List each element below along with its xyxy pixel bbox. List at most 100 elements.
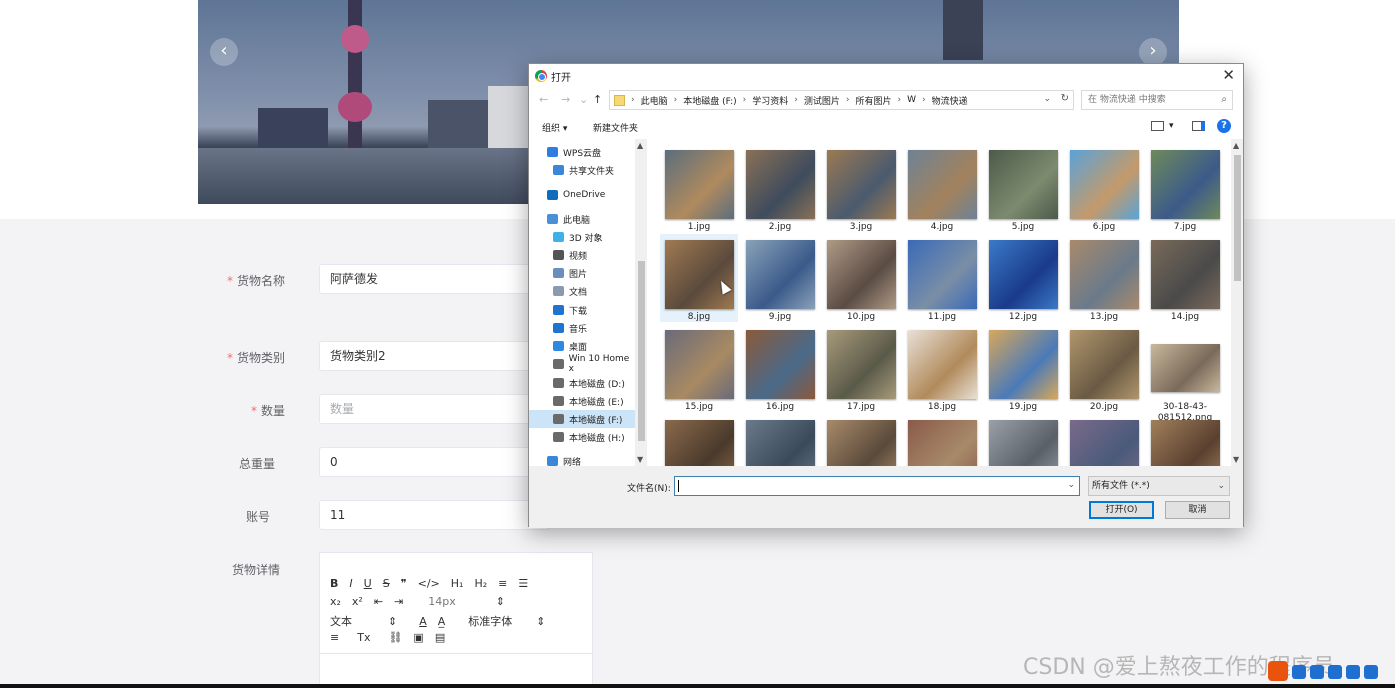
file-tile[interactable]: 17.jpg bbox=[822, 324, 900, 412]
tray-icon[interactable] bbox=[1292, 665, 1306, 679]
file-tile[interactable]: 12.jpg bbox=[984, 234, 1062, 322]
file-tile[interactable]: 5.jpg bbox=[984, 144, 1062, 232]
breadcrumb-item[interactable]: 测试图片 bbox=[804, 94, 840, 107]
file-tile[interactable] bbox=[741, 414, 819, 466]
file-tile[interactable] bbox=[1146, 414, 1224, 466]
file-tile[interactable] bbox=[984, 414, 1062, 466]
forward-arrow-icon[interactable]: → bbox=[561, 93, 570, 106]
file-tile[interactable]: 7.jpg bbox=[1146, 144, 1224, 232]
bold-button[interactable]: B bbox=[330, 577, 338, 590]
file-tile[interactable]: 30-18-43-081512.png bbox=[1146, 324, 1224, 423]
file-tile[interactable]: 20.jpg bbox=[1065, 324, 1143, 412]
scroll-up-icon[interactable]: ▲ bbox=[1233, 141, 1239, 150]
nav-item[interactable]: 本地磁盘 (F:) bbox=[529, 410, 635, 428]
nav-item[interactable]: 音乐 bbox=[529, 319, 635, 337]
nav-scrollbar[interactable]: ▲ ▼ bbox=[635, 139, 647, 466]
clear-format-button[interactable]: Tx bbox=[357, 631, 370, 644]
carousel-next-button[interactable]: › bbox=[1139, 38, 1167, 66]
total-weight-input[interactable]: 0 bbox=[319, 447, 549, 477]
file-tile[interactable] bbox=[1065, 414, 1143, 466]
microphone-icon[interactable] bbox=[1328, 665, 1342, 679]
breadcrumb-item[interactable]: 所有图片 bbox=[856, 94, 892, 107]
scroll-down-icon[interactable]: ▼ bbox=[637, 455, 643, 464]
nav-item[interactable]: 视频 bbox=[529, 246, 635, 264]
breadcrumb-item[interactable]: 本地磁盘 (F:) bbox=[683, 94, 736, 107]
nav-item[interactable]: 桌面 bbox=[529, 337, 635, 355]
tray-icon[interactable] bbox=[1310, 665, 1324, 679]
account-input[interactable]: 11 bbox=[319, 500, 549, 530]
breadcrumb-item[interactable]: 此电脑 bbox=[641, 94, 668, 107]
file-tile[interactable]: 10.jpg bbox=[822, 234, 900, 322]
help-icon[interactable]: ? bbox=[1217, 119, 1231, 133]
new-folder-button[interactable]: 新建文件夹 bbox=[593, 121, 638, 134]
search-input[interactable]: 在 物流快递 中搜索 ⌕ bbox=[1081, 90, 1233, 110]
link-icon[interactable]: ⛓ bbox=[388, 631, 402, 644]
sogou-ime-icon[interactable] bbox=[1268, 661, 1288, 681]
italic-button[interactable]: I bbox=[349, 577, 352, 590]
nav-item[interactable]: 下载 bbox=[529, 301, 635, 319]
file-tile[interactable]: 9.jpg bbox=[741, 234, 819, 322]
view-options-icon[interactable] bbox=[1151, 121, 1164, 131]
open-button[interactable]: 打开(O) bbox=[1089, 501, 1154, 519]
file-tile[interactable]: 18.jpg bbox=[903, 324, 981, 412]
chevron-down-icon[interactable]: ▾ bbox=[1169, 121, 1174, 131]
back-arrow-icon[interactable]: ← bbox=[539, 93, 548, 106]
ordered-list-button[interactable]: ≡ bbox=[498, 577, 507, 590]
goods-name-input[interactable]: 阿萨德发 bbox=[319, 264, 549, 294]
nav-item[interactable]: 图片 bbox=[529, 264, 635, 282]
close-button[interactable]: ✕ bbox=[1222, 66, 1235, 84]
underline-button[interactable]: U bbox=[364, 577, 372, 590]
chevron-down-icon[interactable]: ⌄ bbox=[1043, 94, 1051, 104]
file-tile[interactable]: 19.jpg bbox=[984, 324, 1062, 412]
scroll-down-icon[interactable]: ▼ bbox=[1233, 455, 1239, 464]
nav-item[interactable]: WPS云盘 bbox=[529, 143, 635, 161]
file-tile[interactable]: 14.jpg bbox=[1146, 234, 1224, 322]
breadcrumb-item[interactable]: 学习资料 bbox=[752, 94, 788, 107]
scroll-up-icon[interactable]: ▲ bbox=[637, 141, 643, 150]
file-tile[interactable]: 3.jpg bbox=[822, 144, 900, 232]
outdent-button[interactable]: ⇤ bbox=[374, 595, 383, 608]
file-tile[interactable] bbox=[660, 414, 738, 466]
nav-item[interactable]: 3D 对象 bbox=[529, 228, 635, 246]
cancel-button[interactable]: 取消 bbox=[1165, 501, 1230, 519]
file-tile[interactable] bbox=[822, 414, 900, 466]
heading-select[interactable]: 文本 bbox=[330, 613, 352, 629]
font-family-select[interactable]: 标准字体 bbox=[468, 613, 512, 629]
file-tile[interactable]: 2.jpg bbox=[741, 144, 819, 232]
file-tile[interactable] bbox=[903, 414, 981, 466]
highlight-button[interactable]: A̲ bbox=[438, 615, 446, 628]
tray-icon[interactable] bbox=[1346, 665, 1360, 679]
superscript-button[interactable]: x² bbox=[352, 595, 363, 608]
quantity-input[interactable]: 数量 bbox=[319, 394, 549, 424]
nav-item[interactable]: 共享文件夹 bbox=[529, 161, 635, 179]
font-color-button[interactable]: A bbox=[419, 615, 427, 628]
h2-button[interactable]: H₂ bbox=[474, 577, 487, 590]
file-tile[interactable]: 15.jpg bbox=[660, 324, 738, 412]
address-bar[interactable]: › 此电脑 › 本地磁盘 (F:) › 学习资料 › 测试图片 › 所有图片 ›… bbox=[609, 90, 1074, 110]
subscript-button[interactable]: x₂ bbox=[330, 595, 341, 608]
breadcrumb-item[interactable]: 物流快递 bbox=[932, 94, 968, 107]
organize-menu[interactable]: 组织 ▾ bbox=[542, 121, 567, 134]
rich-text-editor[interactable]: B I U S ❞ </> H₁ H₂ ≡ ☰ x₂ x² ⇤ ⇥ 14px ⇕… bbox=[319, 552, 593, 688]
image-icon[interactable]: ▣ bbox=[413, 631, 423, 644]
scroll-thumb[interactable] bbox=[638, 261, 645, 441]
nav-item[interactable]: 此电脑 bbox=[529, 210, 635, 228]
bullet-list-button[interactable]: ☰ bbox=[518, 577, 528, 590]
file-tile[interactable]: 1.jpg bbox=[660, 144, 738, 232]
video-icon[interactable]: ▤ bbox=[435, 631, 445, 644]
chevron-down-icon[interactable]: ⌄ bbox=[1067, 480, 1075, 490]
quote-button[interactable]: ❞ bbox=[401, 577, 407, 590]
strike-button[interactable]: S bbox=[383, 577, 390, 590]
file-scrollbar[interactable]: ▲ ▼ bbox=[1231, 139, 1243, 466]
tray-icon[interactable] bbox=[1364, 665, 1378, 679]
file-tile[interactable]: 8.jpg bbox=[660, 234, 738, 322]
carousel-prev-button[interactable]: ‹ bbox=[210, 38, 238, 66]
up-arrow-icon[interactable]: ↑ bbox=[593, 93, 602, 106]
filetype-select[interactable]: 所有文件 (*.*) ⌄ bbox=[1088, 476, 1230, 496]
nav-item[interactable]: 本地磁盘 (E:) bbox=[529, 392, 635, 410]
goods-category-select[interactable]: 货物类别2 bbox=[319, 341, 549, 371]
font-size-select[interactable]: 14px bbox=[428, 595, 456, 608]
refresh-icon[interactable]: ↻ bbox=[1061, 93, 1069, 104]
align-button[interactable]: ≡ bbox=[330, 631, 339, 644]
code-button[interactable]: </> bbox=[418, 577, 440, 590]
